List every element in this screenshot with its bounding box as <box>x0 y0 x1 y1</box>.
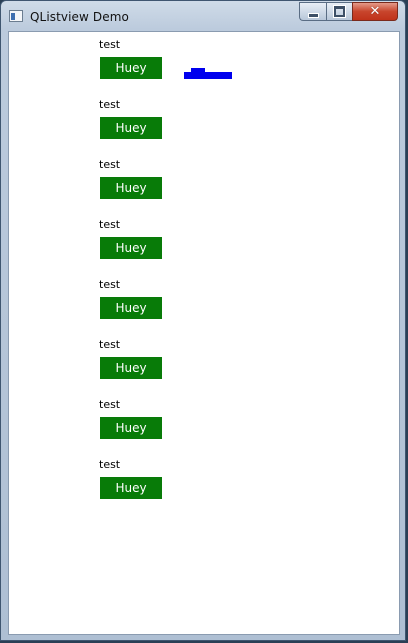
app-window: QListview Demo ✕ test Huey test Huey test Hue… <box>0 0 406 641</box>
huey-button[interactable]: Huey <box>100 417 162 439</box>
huey-button[interactable]: Huey <box>100 117 162 139</box>
minimize-button[interactable] <box>299 2 326 21</box>
maximize-button[interactable] <box>326 2 352 21</box>
minimize-icon <box>307 12 319 18</box>
item-label: test <box>99 98 121 111</box>
window-controls: ✕ <box>299 2 398 21</box>
list-item[interactable]: test Huey <box>9 32 399 92</box>
item-label: test <box>99 398 121 411</box>
huey-button[interactable]: Huey <box>100 177 162 199</box>
huey-button[interactable]: Huey <box>100 297 162 319</box>
list-item[interactable]: test Huey <box>9 452 399 512</box>
title-bar[interactable]: QListview Demo ✕ <box>1 1 405 31</box>
list-item[interactable]: test Huey <box>9 332 399 392</box>
overlay-widget <box>184 72 232 79</box>
list-item[interactable]: test Huey <box>9 212 399 272</box>
list-item[interactable]: test Huey <box>9 152 399 212</box>
close-button[interactable]: ✕ <box>352 2 398 21</box>
item-label: test <box>99 458 121 471</box>
list-view[interactable]: test Huey test Huey test Huey test Huey test Huey… <box>8 31 400 635</box>
item-label: test <box>99 158 121 171</box>
huey-button[interactable]: Huey <box>100 237 162 259</box>
app-icon[interactable] <box>9 10 23 22</box>
item-label: test <box>99 218 121 231</box>
maximize-icon <box>333 5 346 18</box>
item-label: test <box>99 38 121 51</box>
item-label: test <box>99 338 121 351</box>
close-icon: ✕ <box>369 4 381 19</box>
list-item[interactable]: test Huey <box>9 92 399 152</box>
huey-button[interactable]: Huey <box>100 357 162 379</box>
window-title: QListview Demo <box>30 10 129 24</box>
huey-button[interactable]: Huey <box>100 477 162 499</box>
list-item[interactable]: test Huey <box>9 392 399 452</box>
huey-button[interactable]: Huey <box>100 57 162 79</box>
list-item[interactable]: test Huey <box>9 272 399 332</box>
list-container: test Huey test Huey test Huey test Huey test Huey… <box>9 32 399 634</box>
item-label: test <box>99 278 121 291</box>
